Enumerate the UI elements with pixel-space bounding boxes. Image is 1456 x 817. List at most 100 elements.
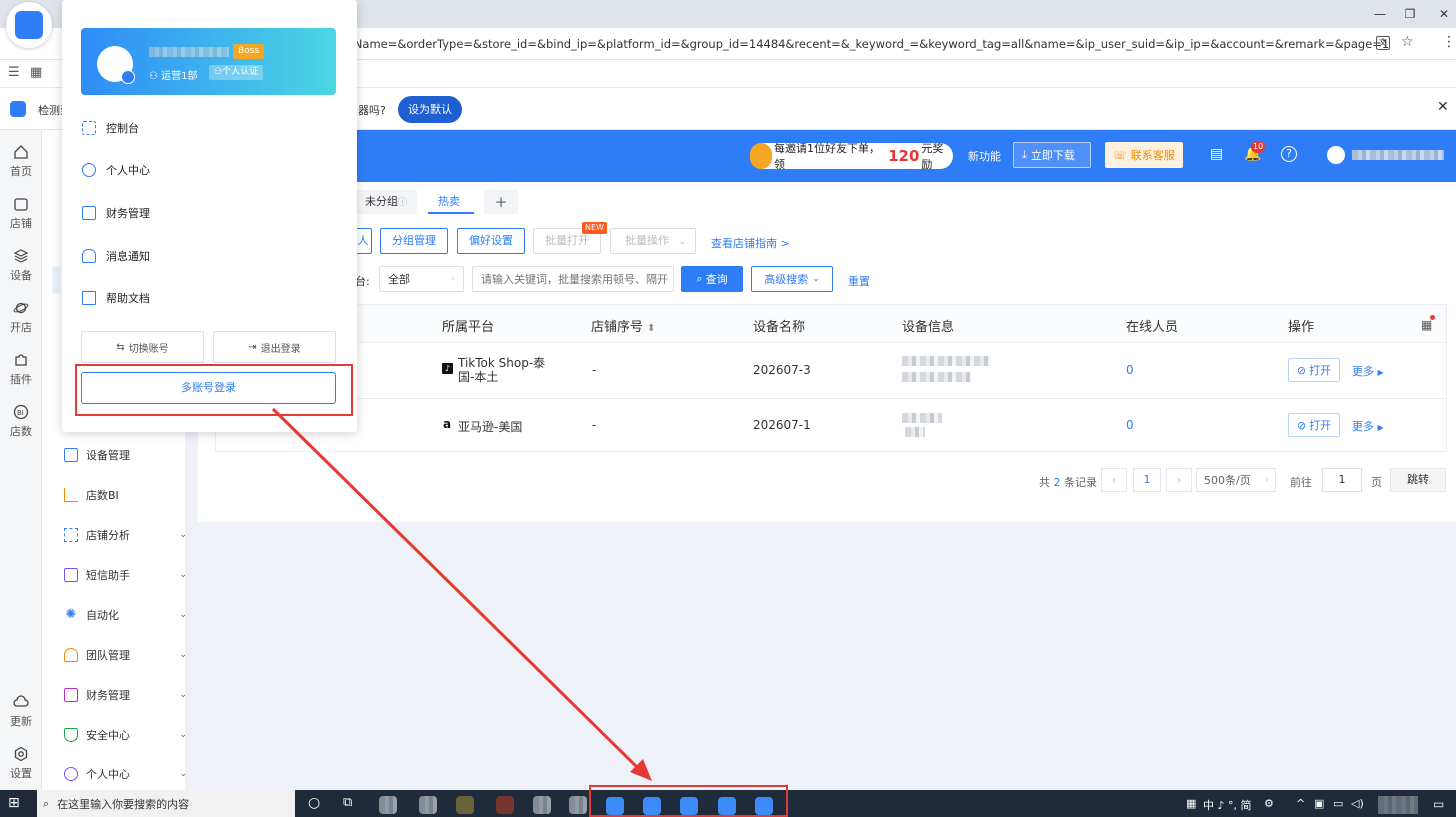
app-instance-4-icon[interactable]: [718, 797, 736, 815]
app-logo[interactable]: [6, 2, 52, 48]
table-row[interactable]: [215, 398, 1447, 451]
sort-icon[interactable]: ⬍: [647, 323, 655, 334]
tab-hot[interactable]: 热卖: [428, 190, 474, 214]
tray-keyboard-icon[interactable]: ▦: [1186, 797, 1196, 810]
menu-personal[interactable]: 个人中心: [82, 158, 332, 182]
translate-icon[interactable]: 文: [1376, 36, 1390, 50]
platform-select[interactable]: 全部 ›: [379, 266, 464, 292]
rail-open-store[interactable]: 开店: [0, 300, 42, 335]
taskbar-app-icon[interactable]: [496, 796, 514, 814]
switch-account-button[interactable]: ⇆ 切换账号: [81, 331, 204, 363]
url-text[interactable]: erName=&orderType=&store_id=&bind_ip=&pl…: [342, 37, 1389, 51]
tray-network-icon[interactable]: ▣: [1314, 797, 1324, 810]
rail-bi[interactable]: BI 店数: [0, 404, 42, 439]
set-default-button[interactable]: 设为默认: [398, 96, 462, 123]
rail-device[interactable]: 设备: [0, 248, 42, 283]
more-dropdown[interactable]: 更多 ▶: [1352, 418, 1384, 434]
page-size-select[interactable]: 500条/页 ›: [1196, 468, 1276, 492]
taskbar-app-icon[interactable]: [533, 796, 551, 814]
cortana-icon[interactable]: ○: [308, 795, 320, 811]
prev-page-button[interactable]: ‹: [1101, 468, 1127, 492]
download-button[interactable]: ⤓ 立即下载: [1013, 142, 1091, 168]
app-instance-3-icon[interactable]: [680, 797, 698, 815]
nav-finance[interactable]: 财务管理 ⌄: [64, 685, 209, 705]
taskbar-app-icon[interactable]: [569, 796, 587, 814]
goto-input[interactable]: 1: [1322, 468, 1362, 492]
batch-ops-dropdown[interactable]: 批量操作 ⌄: [610, 228, 696, 254]
add-tab-button[interactable]: +: [484, 190, 518, 214]
tray-display-icon[interactable]: ▭: [1333, 797, 1343, 810]
menu-dashboard[interactable]: 控制台: [82, 116, 332, 140]
caret-right-icon: ▶: [1377, 423, 1384, 432]
nav-sms[interactable]: 短信助手 ⌄: [64, 565, 209, 585]
apps-grid-icon[interactable]: ▦: [30, 65, 42, 80]
multi-account-login-button[interactable]: 多账号登录: [81, 372, 336, 404]
tray-settings-icon[interactable]: ⚙: [1264, 797, 1274, 810]
tab-ungrouped[interactable]: 未分组ⓘ: [355, 190, 418, 214]
column-settings-icon[interactable]: ▦: [1421, 318, 1432, 332]
new-feature-link[interactable]: 新功能: [968, 148, 1001, 164]
logout-button[interactable]: ⇥ 退出登录: [213, 331, 336, 363]
menu-help[interactable]: 帮助文档: [82, 286, 332, 310]
windows-start-icon[interactable]: ⊞: [8, 795, 20, 811]
store-guide-link[interactable]: 查看店铺指南 >: [711, 235, 790, 251]
task-view-icon[interactable]: ⧉: [343, 795, 352, 810]
rail-settings[interactable]: 设置: [0, 746, 42, 781]
query-button[interactable]: ⌕ 查询: [681, 266, 743, 292]
table-row[interactable]: [215, 343, 1447, 398]
open-button[interactable]: ⊘ 打开: [1288, 358, 1340, 382]
more-dropdown[interactable]: 更多 ▶: [1352, 363, 1384, 379]
rail-update[interactable]: 更新: [0, 694, 42, 729]
row-online[interactable]: 0: [1126, 418, 1134, 432]
reset-link[interactable]: 重置: [848, 273, 870, 289]
taskbar-app-icon[interactable]: [419, 796, 437, 814]
app-instance-5-icon[interactable]: [755, 797, 773, 815]
app-instance-1-icon[interactable]: [606, 797, 624, 815]
avatar-icon[interactable]: [1327, 146, 1345, 164]
verify-badge[interactable]: ⚇个人认证: [209, 65, 264, 80]
nav-personal[interactable]: 个人中心 ⌄: [64, 764, 209, 784]
group-manage-button[interactable]: 分组管理: [380, 228, 448, 254]
tray-volume-icon[interactable]: ◁): [1351, 797, 1364, 810]
support-button[interactable]: ☏ 联系客服: [1105, 142, 1183, 168]
add-store-button-partial[interactable]: 人: [355, 228, 372, 254]
open-button[interactable]: ⊘ 打开: [1288, 413, 1340, 437]
rail-plugin[interactable]: 插件: [0, 352, 42, 387]
row-online[interactable]: 0: [1126, 363, 1134, 377]
advanced-search-button[interactable]: 高级搜索 ⌄: [751, 266, 833, 292]
taskbar-search[interactable]: ⌕ 在这里输入你要搜索的内容: [37, 790, 295, 817]
nav-device-manage[interactable]: 设备管理: [64, 445, 209, 465]
device-icon: [64, 448, 78, 462]
menu-notifications[interactable]: 消息通知: [82, 244, 332, 268]
restore-icon[interactable]: ❐: [1402, 6, 1418, 22]
invite-promo[interactable]: 每邀请1位好友下单，领 120 元奖励: [750, 142, 953, 171]
list-icon[interactable]: ☰: [8, 65, 20, 80]
doc-icon[interactable]: ▤: [1210, 146, 1223, 162]
app-instance-2-icon[interactable]: [643, 797, 661, 815]
search-input[interactable]: [472, 266, 674, 292]
rail-home[interactable]: 首页: [0, 144, 42, 179]
taskbar-app-icon[interactable]: [379, 796, 397, 814]
menu-kebab-icon[interactable]: ⋮: [1442, 34, 1456, 50]
next-page-button[interactable]: ›: [1166, 468, 1192, 492]
minimize-icon[interactable]: —: [1372, 6, 1388, 22]
nav-security[interactable]: 安全中心 ⌄: [64, 725, 209, 745]
close-infobar-icon[interactable]: ✕: [1437, 99, 1449, 115]
nav-team[interactable]: 团队管理 ⌄: [64, 645, 209, 665]
notification-center-icon[interactable]: ▭: [1433, 797, 1444, 811]
tray-chevron-up-icon[interactable]: ^: [1296, 797, 1305, 810]
preference-button[interactable]: 偏好设置: [457, 228, 525, 254]
nav-store-analysis[interactable]: 店铺分析 ⌄: [64, 525, 209, 545]
close-window-icon[interactable]: ✕: [1436, 6, 1452, 22]
rail-store[interactable]: 店铺: [0, 196, 42, 231]
star-icon[interactable]: ☆: [1401, 34, 1414, 50]
jump-button[interactable]: 跳转: [1390, 468, 1446, 492]
page-number[interactable]: 1: [1133, 468, 1161, 492]
nav-automation[interactable]: ✺ 自动化 ⌄: [64, 605, 209, 625]
taskbar-app-icon[interactable]: [456, 796, 474, 814]
th-seq[interactable]: 店铺序号 ⬍: [591, 316, 655, 335]
nav-bi[interactable]: 店数BI: [64, 485, 209, 505]
tray-ime[interactable]: 中 ♪ °, 简: [1203, 797, 1252, 813]
menu-finance[interactable]: 财务管理: [82, 201, 332, 225]
help-icon[interactable]: ?: [1281, 146, 1297, 162]
